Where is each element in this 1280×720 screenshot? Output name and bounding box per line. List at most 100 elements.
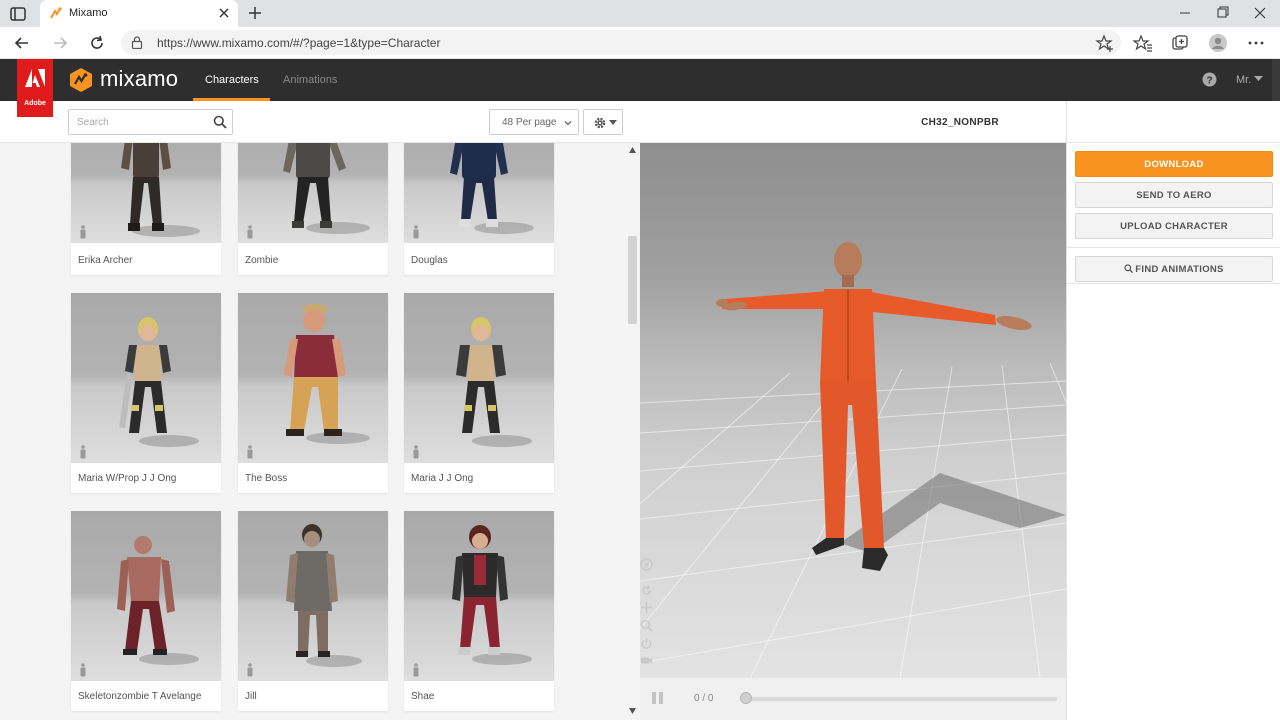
favorites-icon[interactable] xyxy=(1133,33,1153,53)
profile-avatar-icon[interactable] xyxy=(1208,33,1228,53)
character-card[interactable]: Douglas xyxy=(404,143,554,275)
mixamo-logo-text[interactable]: mixamo xyxy=(100,66,178,92)
character-card[interactable]: Maria J J Ong xyxy=(404,293,554,493)
help-icon[interactable]: ? xyxy=(1202,72,1217,87)
rigged-person-icon xyxy=(80,445,86,459)
reset-view-icon[interactable] xyxy=(640,558,653,571)
search-icon[interactable] xyxy=(213,115,227,129)
character-thumbnail[interactable] xyxy=(404,511,554,681)
character-figure xyxy=(450,143,534,234)
character-name: Maria J J Ong xyxy=(411,473,474,484)
rigged-person-icon xyxy=(80,225,86,239)
forward-icon[interactable] xyxy=(50,33,70,53)
library-scrollbar[interactable] xyxy=(625,143,640,720)
svg-text:?: ? xyxy=(1206,76,1212,87)
character-thumbnail[interactable] xyxy=(238,143,388,243)
rotate-icon[interactable] xyxy=(640,584,653,597)
minimize-icon[interactable] xyxy=(1172,3,1198,23)
page-scrollbar[interactable] xyxy=(1272,59,1280,101)
browser-address-bar: https://www.mixamo.com/#/?page=1&type=Ch… xyxy=(0,27,1280,59)
character-card[interactable]: Shae xyxy=(404,511,554,711)
settings-dropdown-button[interactable] xyxy=(583,109,623,135)
refresh-icon[interactable] xyxy=(87,33,107,53)
character-3d-viewport[interactable] xyxy=(640,143,1066,678)
library-scrollbar-thumb[interactable] xyxy=(628,236,637,324)
close-window-icon[interactable] xyxy=(1247,3,1273,23)
character-figure xyxy=(121,143,200,237)
nav-characters[interactable]: Characters xyxy=(205,74,259,86)
timeline-scrubber[interactable] xyxy=(740,692,752,704)
pan-icon[interactable] xyxy=(640,601,653,614)
send-to-aero-button[interactable]: SEND TO AERO xyxy=(1075,182,1273,208)
back-icon[interactable] xyxy=(12,33,32,53)
character-figure xyxy=(452,525,532,665)
search-input[interactable] xyxy=(77,115,207,130)
divider xyxy=(1067,247,1280,248)
scroll-down-icon[interactable] xyxy=(629,708,636,714)
url-text[interactable]: https://www.mixamo.com/#/?page=1&type=Ch… xyxy=(157,36,440,50)
scroll-up-icon[interactable] xyxy=(629,147,636,153)
character-thumbnail[interactable] xyxy=(71,511,221,681)
character-thumbnail[interactable] xyxy=(238,511,388,681)
character-card[interactable]: Zombie xyxy=(238,143,388,275)
divider xyxy=(1067,283,1280,284)
mixamo-logo-icon[interactable] xyxy=(68,67,94,93)
find-animations-button[interactable]: FIND ANIMATIONS xyxy=(1075,256,1273,282)
rigged-person-icon xyxy=(247,225,253,239)
browser-tab[interactable]: Mixamo xyxy=(40,0,238,27)
character-library-panel: 48 Per page xyxy=(0,101,640,720)
user-menu[interactable]: Mr. xyxy=(1236,74,1264,86)
pause-icon[interactable] xyxy=(652,692,663,704)
search-box[interactable] xyxy=(68,109,233,135)
character-card[interactable]: Jill xyxy=(238,511,388,711)
mixamo-favicon-icon xyxy=(50,7,62,19)
zoom-icon[interactable] xyxy=(640,619,653,632)
timeline-track[interactable] xyxy=(742,697,1057,701)
rigged-person-icon xyxy=(413,445,419,459)
lock-icon[interactable] xyxy=(131,36,143,49)
actions-panel: DOWNLOAD SEND TO AERO UPLOAD CHARACTER F… xyxy=(1066,101,1280,720)
browser-tab-bar: Mixamo xyxy=(0,0,1280,27)
character-figure xyxy=(286,524,362,667)
upload-character-button[interactable]: UPLOAD CHARACTER xyxy=(1075,213,1273,239)
character-name: Skeletonzombie T Avelange xyxy=(78,691,202,702)
character-card[interactable]: Erika Archer xyxy=(71,143,221,275)
download-button[interactable]: DOWNLOAD xyxy=(1075,151,1273,177)
rigged-person-icon xyxy=(413,663,419,677)
character-thumbnail[interactable] xyxy=(71,293,221,463)
find-animations-label: FIND ANIMATIONS xyxy=(1135,264,1224,275)
character-name: Douglas xyxy=(411,255,448,266)
close-tab-icon[interactable] xyxy=(216,5,232,21)
character-card[interactable]: Skeletonzombie T Avelange xyxy=(71,511,221,711)
character-name: The Boss xyxy=(245,473,288,484)
character-figure xyxy=(119,317,199,447)
power-icon[interactable] xyxy=(640,637,653,650)
add-favorite-icon[interactable] xyxy=(1095,33,1115,53)
new-tab-icon[interactable] xyxy=(246,4,264,22)
character-grid: Erika Archer Zombie Douglas Maria W/Prop… xyxy=(0,143,625,720)
restore-icon[interactable] xyxy=(1209,3,1235,23)
caret-down-icon xyxy=(1254,76,1264,81)
nav-animations[interactable]: Animations xyxy=(283,74,337,86)
character-card[interactable]: Maria W/Prop J J Ong xyxy=(71,293,221,493)
character-figure xyxy=(284,304,370,444)
more-menu-icon[interactable] xyxy=(1246,33,1266,53)
character-thumbnail[interactable] xyxy=(404,143,554,243)
tab-actions-icon[interactable] xyxy=(8,5,28,23)
character-thumbnail[interactable] xyxy=(238,293,388,463)
collections-icon[interactable] xyxy=(1170,33,1190,53)
character-card[interactable]: The Boss xyxy=(238,293,388,493)
rigged-person-icon xyxy=(247,663,253,677)
gear-icon xyxy=(594,117,606,129)
playback-bar: 0 / 0 xyxy=(640,678,1066,720)
actions-panel-header xyxy=(1067,101,1280,143)
character-name: Shae xyxy=(411,691,435,702)
camera-icon[interactable] xyxy=(640,654,653,667)
adobe-badge[interactable]: Adobe xyxy=(17,59,53,117)
rigged-person-icon xyxy=(80,663,86,677)
url-field[interactable]: https://www.mixamo.com/#/?page=1&type=Ch… xyxy=(121,30,1121,55)
search-icon xyxy=(1124,264,1134,273)
character-thumbnail[interactable] xyxy=(71,143,221,243)
character-thumbnail[interactable] xyxy=(404,293,554,463)
per-page-select[interactable]: 48 Per page xyxy=(489,109,579,135)
